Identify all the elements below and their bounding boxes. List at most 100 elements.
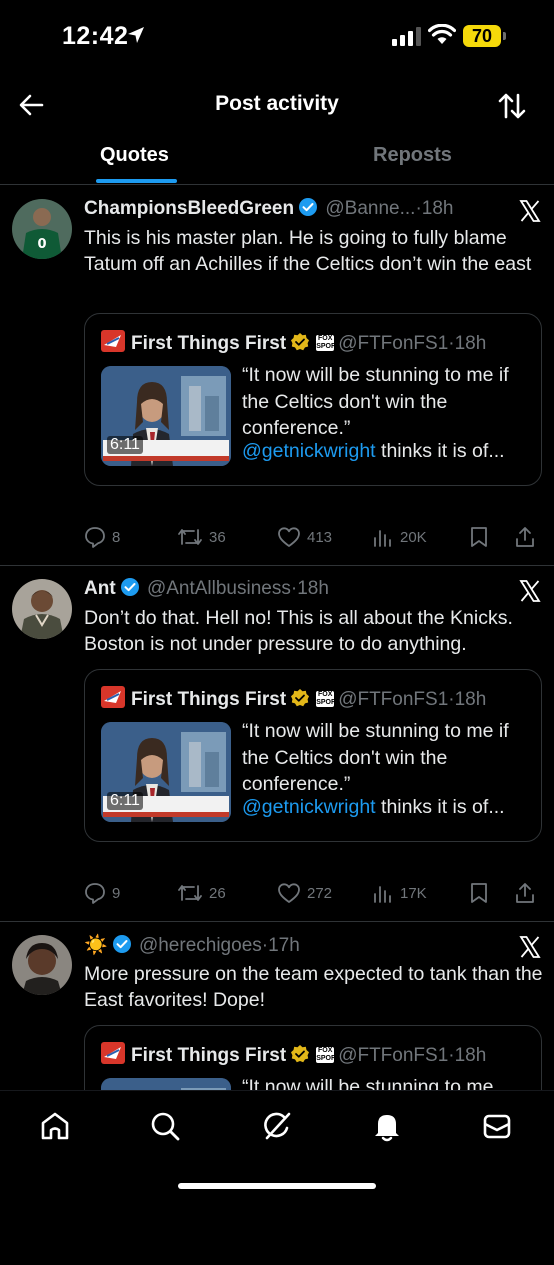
view-count: 20K <box>400 528 427 546</box>
quoted-post-text: “It now will be stunning to me if the Ce… <box>242 720 509 795</box>
reply-button[interactable]: 9 <box>84 879 120 907</box>
header: Post activity <box>0 78 554 132</box>
wifi-icon <box>428 24 456 44</box>
quote-post[interactable]: 0 ChampionsBleedGreen @Banne...·18h This… <box>0 185 554 566</box>
quote-post[interactable]: Ant @AntAllbusiness·18h Don’t do that. H… <box>0 565 554 922</box>
quoted-display-name: First Things First <box>131 689 287 710</box>
gold-verified-badge-icon <box>291 689 310 707</box>
post-header: Ant @AntAllbusiness·18h <box>84 577 514 605</box>
gold-verified-badge-icon <box>291 1045 310 1063</box>
reply-count: 8 <box>112 528 121 546</box>
x-logo-icon <box>519 936 541 958</box>
quoted-post-text: “It now will be stunning to me if the Ce… <box>242 364 509 439</box>
heart-icon <box>278 527 300 547</box>
video-thumbnail[interactable]: 6:11 <box>101 722 231 822</box>
display-name[interactable]: ChampionsBleedGreen <box>84 198 294 219</box>
reply-button[interactable]: 8 <box>84 523 120 551</box>
avatar[interactable]: 0 <box>12 199 72 259</box>
quoted-post-card[interactable]: First Things First FOX SPORTS@FTFonFS1·18h <box>84 669 542 842</box>
quoted-post-header: First Things First FOX SPORTS@FTFonFS1·18h <box>101 330 486 355</box>
tab-quotes[interactable]: Quotes <box>100 144 169 167</box>
quoted-post-time: 18h <box>454 1045 487 1066</box>
quoted-display-name: First Things First <box>131 333 287 354</box>
post-text: More pressure on the team expected to ta… <box>84 963 543 1011</box>
quoted-handle: @FTFonFS1 <box>338 1045 449 1066</box>
views-button[interactable]: 17K <box>372 879 427 907</box>
home-icon[interactable] <box>38 1109 72 1143</box>
repost-icon <box>178 885 202 901</box>
quoted-post-time: 18h <box>454 333 487 354</box>
svg-text:0: 0 <box>37 237 46 252</box>
repost-button[interactable]: 36 <box>177 523 226 551</box>
reply-icon <box>85 527 105 548</box>
notifications-bell-icon[interactable] <box>370 1109 404 1143</box>
share-button[interactable] <box>514 523 536 551</box>
quoted-post-more-text: thinks it is of... <box>375 440 505 462</box>
post-header: ☀️ @herechigoes·17h <box>84 933 514 961</box>
quoted-post-more-text: thinks it is of... <box>375 796 505 818</box>
bookmark-button[interactable] <box>468 879 490 907</box>
avatar[interactable] <box>12 935 72 995</box>
verified-badge-icon <box>120 578 139 596</box>
quoted-handle: @FTFonFS1 <box>338 333 449 354</box>
user-handle[interactable]: @Banne... <box>325 198 415 219</box>
post-time: 18h <box>297 578 329 599</box>
fox-sports-affiliate-icon: FOX SPORTS <box>316 1047 345 1063</box>
fox-sports-affiliate-icon: FOX SPORTS <box>316 335 345 351</box>
post-text: This is his master plan. He is going to … <box>84 227 532 275</box>
post-text: Don’t do that. Hell no! This is all abou… <box>84 607 513 655</box>
views-chart-icon <box>374 530 391 547</box>
heart-icon <box>278 883 300 903</box>
share-button[interactable] <box>514 879 536 907</box>
video-thumbnail[interactable]: 6:11 <box>101 366 231 466</box>
like-button[interactable]: 413 <box>277 523 332 551</box>
views-chart-icon <box>374 886 391 903</box>
mention-link[interactable]: @getnickwright <box>242 440 376 462</box>
tab-reposts[interactable]: Reposts <box>373 144 452 167</box>
share-icon <box>516 883 534 903</box>
user-handle[interactable]: @herechigoes <box>139 935 262 956</box>
user-handle[interactable]: @AntAllbusiness <box>147 578 291 599</box>
grok-icon[interactable] <box>260 1109 294 1143</box>
like-button[interactable]: 272 <box>277 879 332 907</box>
post-actions: 8 36 413 20K <box>84 523 544 551</box>
bookmark-icon <box>471 527 487 547</box>
status-time: 12:42 <box>62 22 129 50</box>
first-things-first-logo-icon <box>101 330 125 352</box>
like-count: 413 <box>307 528 333 546</box>
home-indicator <box>178 1183 376 1189</box>
display-name[interactable]: ☀️ <box>84 935 108 956</box>
cellular-signal-icon <box>392 27 421 46</box>
battery-indicator: 70 <box>463 25 509 49</box>
quoted-post-card[interactable]: First Things First FOX SPORTS@FTFonFS1·18h <box>84 313 542 486</box>
quoted-post-continuation: @getnickwright thinks it is of... <box>242 796 532 819</box>
post-actions: 9 26 272 17K <box>84 879 544 907</box>
views-button[interactable]: 20K <box>372 523 427 551</box>
repost-icon <box>178 529 202 545</box>
reply-icon <box>85 883 105 904</box>
verified-badge-icon <box>299 198 318 216</box>
quoted-post-header: First Things First FOX SPORTS@FTFonFS1·18h <box>101 1042 486 1067</box>
video-duration: 6:11 <box>107 792 143 810</box>
bookmark-button[interactable] <box>468 523 490 551</box>
fox-sports-affiliate-icon: FOX SPORTS <box>316 691 345 707</box>
sort-icon[interactable] <box>496 90 528 122</box>
verified-badge-icon <box>112 935 131 953</box>
first-things-first-logo-icon <box>101 1042 125 1064</box>
video-duration: 6:11 <box>107 436 143 454</box>
reply-count: 9 <box>112 884 121 902</box>
messages-mail-icon[interactable] <box>480 1109 514 1143</box>
avatar[interactable] <box>12 579 72 639</box>
battery-level: 70 <box>471 26 493 46</box>
status-bar: 12:42 70 <box>0 0 554 70</box>
x-logo-icon <box>519 580 541 602</box>
view-count: 17K <box>400 884 427 902</box>
mention-link[interactable]: @getnickwright <box>242 796 376 818</box>
active-tab-indicator <box>96 179 177 183</box>
search-icon[interactable] <box>148 1109 182 1143</box>
location-arrow-icon <box>128 27 144 43</box>
display-name[interactable]: Ant <box>84 578 116 599</box>
post-time: 18h <box>421 198 454 219</box>
quoted-handle: @FTFonFS1 <box>338 689 449 710</box>
repost-button[interactable]: 26 <box>177 879 226 907</box>
